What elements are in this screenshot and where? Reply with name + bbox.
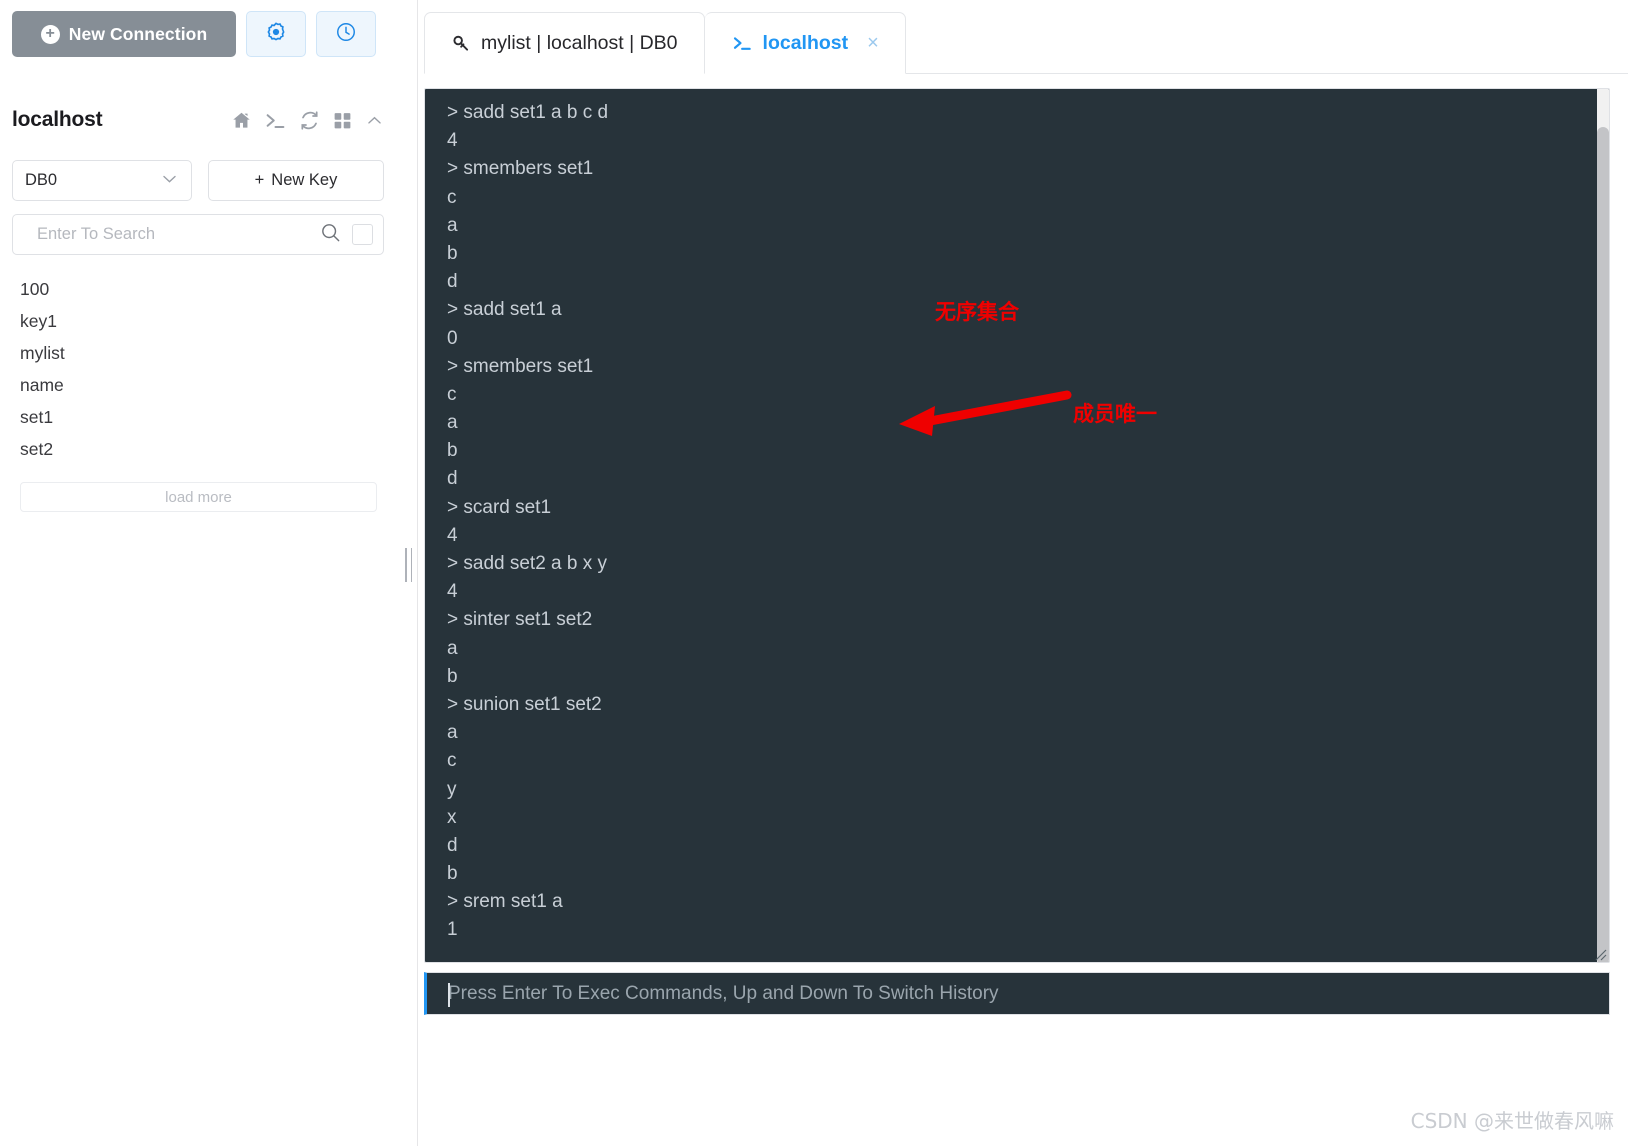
clock-icon	[335, 21, 357, 48]
terminal-command-line: > sinter set1 set2	[447, 609, 593, 631]
history-button[interactable]	[316, 11, 376, 57]
connection-icon-row	[231, 110, 384, 131]
terminal-result-line: b	[447, 242, 458, 264]
terminal-command-line: > smembers set1	[447, 355, 594, 377]
resize-handle-icon[interactable]	[1593, 947, 1607, 961]
key-list-item[interactable]: mylist	[0, 337, 400, 369]
terminal-icon	[731, 33, 754, 53]
terminal-scrollbar-track[interactable]	[1597, 89, 1609, 962]
terminal-result-line: a	[447, 637, 458, 659]
key-list: 100 key1 mylist name set1 set2	[0, 273, 400, 465]
tab-mylist-localhost-db0[interactable]: mylist | localhost | DB0	[424, 12, 705, 74]
terminal-scrollbar-thumb[interactable]	[1597, 127, 1609, 962]
key-list-item[interactable]: key1	[0, 305, 400, 337]
tab-localhost-terminal[interactable]: localhost ×	[704, 12, 906, 74]
terminal-result-line: d	[447, 468, 458, 490]
terminal-result-line: b	[447, 440, 458, 462]
splitter-bar	[410, 548, 412, 582]
terminal-result-line: y	[447, 778, 457, 800]
terminal-result-line: c	[447, 186, 457, 208]
terminal-result-line: 4	[447, 130, 458, 152]
search-bar	[12, 214, 384, 255]
terminal-command-line: > sunion set1 set2	[447, 693, 602, 715]
new-connection-button[interactable]: + New Connection	[12, 11, 236, 57]
chevron-up-icon[interactable]	[365, 111, 384, 130]
panel-splitter-handle[interactable]	[405, 548, 414, 582]
gear-icon	[265, 21, 287, 48]
refresh-icon[interactable]	[299, 110, 320, 131]
close-icon[interactable]: ×	[867, 32, 879, 55]
terminal-result-line: 1	[447, 919, 458, 941]
tab-label: localhost	[762, 31, 849, 54]
sidebar: + New Connection localhost DB0 + New Key…	[0, 0, 418, 1146]
terminal-result-line: d	[447, 271, 458, 293]
terminal-command-line: > smembers set1	[447, 158, 594, 180]
text-caret	[448, 983, 450, 1007]
settings-button[interactable]	[246, 11, 306, 57]
terminal-panel[interactable]: > sadd set1 a b c d 4 > smembers set1 c a b d >…	[424, 88, 1610, 963]
db-and-newkey-row: DB0 + New Key	[12, 160, 384, 201]
watermark: CSDN @来世做春风嘛	[1410, 1109, 1614, 1133]
terminal-result-line: a	[447, 214, 458, 236]
terminal-result-line: 4	[447, 524, 458, 546]
connection-header: localhost	[12, 100, 384, 140]
terminal-command-line: > sadd set2 a b x y	[447, 553, 608, 574]
tab-label: mylist | localhost | DB0	[481, 31, 678, 54]
annotation-member-unique: 成员唯一	[1073, 402, 1157, 426]
terminal-command-line: > scard set1	[447, 496, 552, 518]
new-key-label: New Key	[271, 171, 338, 189]
annotation-unordered-set: 无序集合	[935, 300, 1019, 324]
terminal-result-line: 4	[447, 581, 458, 603]
terminal-icon[interactable]	[264, 110, 287, 131]
key-list-item[interactable]: 100	[0, 273, 400, 305]
key-list-item[interactable]: set2	[0, 433, 400, 465]
sidebar-toolbar: + New Connection	[12, 11, 376, 57]
terminal-result-line: d	[447, 834, 458, 856]
app-root: + New Connection localhost DB0 + New Key…	[0, 0, 1628, 1146]
command-input[interactable]	[446, 973, 1609, 1014]
terminal-result-line: a	[447, 412, 458, 434]
db-select-value: DB0	[25, 171, 58, 189]
terminal-result-line: x	[447, 806, 457, 828]
terminal-result-line: c	[447, 750, 457, 772]
terminal-result-line: b	[447, 665, 458, 687]
search-icon[interactable]	[319, 221, 342, 249]
splitter-bar	[405, 548, 407, 582]
new-connection-label: New Connection	[68, 23, 208, 44]
load-more-button[interactable]: load more	[20, 482, 377, 512]
plus-icon: +	[40, 24, 60, 44]
search-input[interactable]	[35, 224, 319, 245]
terminal-result-line: a	[447, 722, 458, 744]
key-list-item[interactable]: name	[0, 369, 400, 401]
db-select[interactable]: DB0	[12, 160, 192, 201]
terminal-command-line: > srem set1 a	[447, 891, 563, 913]
key-icon	[451, 33, 472, 54]
terminal-command-line: > sadd set1 a	[447, 299, 562, 321]
connection-title: localhost	[12, 108, 103, 131]
home-icon[interactable]	[231, 110, 252, 131]
chevron-down-icon	[160, 169, 179, 193]
search-select-all-checkbox[interactable]	[352, 224, 373, 245]
plus-glyph-icon: +	[254, 171, 265, 189]
tab-bar: mylist | localhost | DB0 localhost ×	[424, 11, 1628, 74]
grid-icon[interactable]	[332, 110, 353, 131]
terminal-result-line: 0	[447, 327, 458, 349]
command-input-wrapper[interactable]	[424, 972, 1610, 1015]
new-key-button[interactable]: + New Key	[208, 160, 384, 201]
terminal-output: > sadd set1 a b c d 4 > smembers set1 c a b d >…	[425, 89, 1609, 962]
terminal-result-line: c	[447, 383, 457, 405]
main-panel: mylist | localhost | DB0 localhost × > s…	[418, 0, 1628, 1146]
terminal-result-line: b	[447, 863, 458, 885]
terminal-command-line: > sadd set1 a b c d	[447, 102, 609, 123]
key-list-item[interactable]: set1	[0, 401, 400, 433]
